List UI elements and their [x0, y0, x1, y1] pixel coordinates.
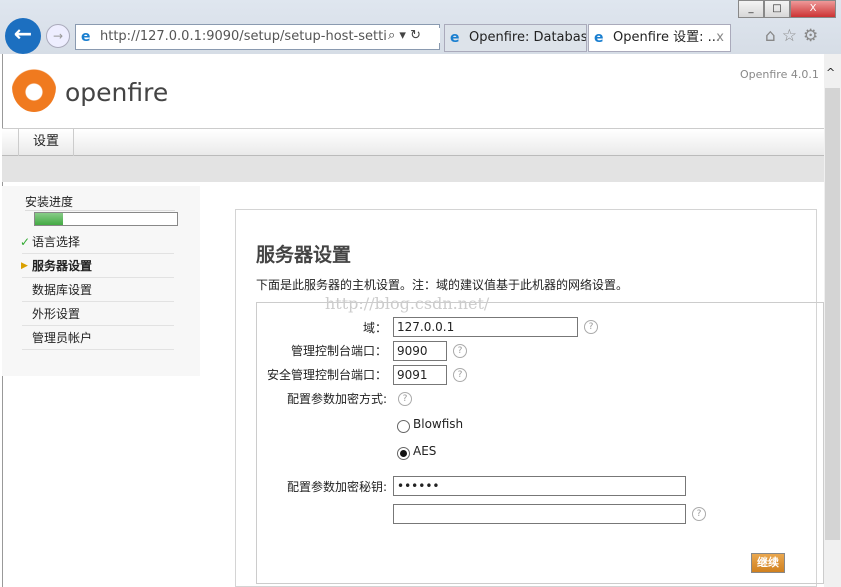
nav-tab-settings[interactable]: 设置 [18, 129, 75, 156]
check-icon: ✓ [20, 235, 31, 249]
logo-text: openfire [65, 78, 169, 107]
sidebar-item-language: ✓ 语言选择 [20, 230, 174, 254]
watermark: http://blog.csdn.net/ [325, 294, 490, 313]
maximize-button[interactable]: □ [764, 0, 790, 18]
tab-settings[interactable]: e Openfire 设置: ... x [588, 24, 731, 52]
tab-database[interactable]: e Openfire: Databas... [444, 24, 587, 52]
forward-button[interactable]: → [46, 24, 70, 48]
address-bar[interactable]: e http://127.0.0.1:9090/setup/setup-host-… [75, 24, 440, 50]
encryption-key-input[interactable]: •••••• [393, 476, 686, 496]
sidebar-item-server: ▶ 服务器设置 [21, 254, 174, 278]
page-title: 服务器设置 [256, 244, 352, 266]
sidebar-item-database: 数据库设置 [22, 278, 174, 302]
secure-port-label: 安全管理控制台端口： [266, 368, 387, 382]
blowfish-label: Blowfish [413, 417, 464, 431]
admin-port-input[interactable]: 9090 [393, 341, 447, 361]
help-icon[interactable]: ? [453, 344, 467, 358]
close-tab-icon[interactable]: x [716, 25, 724, 51]
sidebar-item-admin: 管理员帐户 [22, 326, 174, 350]
back-button[interactable]: ← [5, 18, 41, 54]
encryption-key-label: 配置参数加密秘钥: [286, 480, 387, 494]
openfire-logo-icon [12, 62, 56, 112]
domain-label: 域： [362, 321, 387, 335]
sidebar-item-appearance: 外形设置 [22, 302, 174, 326]
close-window-button[interactable]: X [790, 0, 836, 18]
ie-icon: e [594, 30, 604, 46]
secure-port-input[interactable]: 9091 [393, 365, 447, 385]
minimize-button[interactable]: _ [738, 0, 764, 18]
ie-icon: e [81, 29, 91, 45]
sidebar-title: 安装进度 [25, 193, 175, 211]
scrollbar-thumb[interactable] [825, 88, 840, 540]
search-refresh-icons[interactable]: ⌕ ▾ ↻ [388, 28, 440, 43]
scroll-up-icon[interactable]: ^ [826, 66, 835, 79]
radio-aes[interactable] [397, 447, 410, 460]
arrow-icon: ▶ [21, 261, 28, 271]
continue-button[interactable]: 继续 [751, 553, 785, 573]
progress-fill [35, 213, 64, 225]
admin-port-label: 管理控制台端口： [290, 344, 387, 358]
description: 下面是此服务器的主机设置。注：域的建议值基于此机器的网络设置。 [256, 278, 629, 292]
help-icon[interactable]: ? [692, 507, 706, 521]
progress-bar [34, 212, 178, 226]
version-label: Openfire 4.0.1 [740, 68, 819, 81]
help-icon[interactable]: ? [398, 392, 412, 406]
sub-nav [2, 156, 824, 182]
help-icon[interactable]: ? [453, 368, 467, 382]
radio-dot [400, 450, 407, 457]
aes-label: AES [413, 444, 437, 458]
encryption-key-confirm-input[interactable] [393, 504, 686, 524]
domain-input[interactable]: 127.0.0.1 [393, 317, 578, 337]
radio-blowfish[interactable] [397, 420, 410, 433]
encryption-method-label: 配置参数加密方式: [286, 392, 387, 406]
top-nav: 设置 [2, 128, 824, 156]
ie-icon: e [450, 30, 460, 46]
help-icon[interactable]: ? [584, 320, 598, 334]
home-favorites-settings-icons[interactable]: ⌂☆⚙ [765, 26, 824, 46]
